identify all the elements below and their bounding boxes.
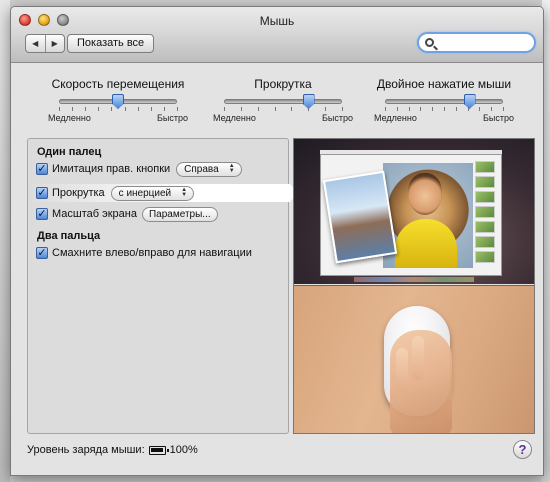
swipe-navigation-checkbox[interactable]: ✓ [36,247,48,259]
slider-tick [124,107,126,111]
slider-tick [444,107,445,111]
slider-tick [257,107,259,111]
scrolling-label: Прокрутка [52,187,105,199]
scrolling-option: ✓ Прокрутка с инерцией ▲ ▼ [36,185,195,201]
popup-arrows-icon: ▲ ▼ [228,163,235,174]
slider-ticks [224,107,343,111]
slider-tick [342,107,343,111]
slider-tick [111,107,113,111]
slider-tick [274,107,276,111]
scrolling-speed-slider[interactable] [224,94,342,109]
checkmark-icon: ✓ [37,186,47,199]
slider-tick [72,107,74,111]
screen-zoom-option: ✓ Масштаб экрана Параметры... [36,206,218,222]
slider-min-label: Медленно [48,113,91,123]
screen-zoom-label: Масштаб экрана [52,208,137,220]
slider-tick [432,107,434,111]
slider-tick [137,107,139,111]
slider-tick [224,107,225,111]
titlebar: Мышь ◀ ▶ Показать все [11,7,543,63]
slider-tick [163,107,165,111]
preview-tilted-photo [322,170,398,264]
gesture-preview-video [293,138,535,434]
secondary-click-popup[interactable]: Справа ▲ ▼ [176,161,242,177]
slider-tick [59,107,60,111]
slider-max-label: Быстро [482,113,514,123]
gesture-options-panel: Один палец ✓ Имитация прав. кнопки Справ… [27,138,289,434]
scrolling-speed-slider-group: Прокрутка Медленно Быстро [208,77,358,123]
battery-label: Уровень заряда мыши: [27,444,145,456]
slider-tick [85,107,87,111]
slider-tick [479,107,481,111]
popup-arrows-icon: ▲ ▼ [181,187,188,198]
preview-thumbnails [475,161,497,266]
slider-tick [325,107,327,111]
desktop-background-left [0,0,10,482]
double-click-speed-slider-group: Двойное нажатие мыши Медленно Быстро [369,77,519,123]
swipe-navigation-label: Смахните влево/вправо для навигации [52,247,252,259]
preview-photo-window [320,154,502,276]
back-forward-control: ◀ ▶ [25,34,65,53]
slider-max-label: Быстро [156,113,188,123]
slider-tick [467,107,469,111]
one-finger-section-title: Один палец [37,146,102,158]
battery-icon [148,445,169,455]
back-arrow-icon: ◀ [32,39,39,48]
slider-tick [308,107,310,111]
help-button[interactable]: ? [513,440,532,459]
slider-tick [420,107,422,111]
slider-max-label: Быстро [321,113,353,123]
two-fingers-section-title: Два пальца [37,230,101,242]
slider-tick [177,107,178,111]
search-icon [425,38,434,47]
slider-tick [408,107,410,111]
slider-tick [98,107,100,111]
window-title: Мышь [259,14,295,28]
preview-screen [294,139,534,284]
slider-tick [240,107,242,111]
slider-ticks [385,107,504,111]
secondary-click-label: Имитация прав. кнопки [52,163,171,175]
slider-tick [503,107,504,111]
secondary-click-value: Справа [184,163,219,175]
secondary-click-option: ✓ Имитация прав. кнопки Справа ▲ ▼ [36,161,242,177]
double-click-speed-title: Двойное нажатие мыши [376,77,512,91]
battery-level: Уровень заряда мыши: 100% [27,444,198,456]
back-button[interactable]: ◀ [26,35,45,52]
secondary-click-checkbox[interactable]: ✓ [36,163,48,175]
slider-ticks [59,107,178,111]
scrolling-popup[interactable]: с инерцией ▲ ▼ [110,185,195,201]
forward-button[interactable]: ▶ [44,35,65,52]
scrolling-value: с инерцией [118,187,172,199]
slider-min-label: Медленно [374,113,417,123]
search-input[interactable] [437,35,527,50]
tracking-speed-slider[interactable] [59,94,177,109]
scrolling-speed-title: Прокрутка [254,77,312,91]
tracking-speed-title: Скорость перемещения [51,77,185,91]
search-field[interactable] [417,32,536,53]
show-all-button[interactable]: Показать все [67,34,155,53]
preview-dock [354,277,474,282]
slider-tick [150,107,152,111]
checkmark-icon: ✓ [37,207,47,220]
slider-tick [455,107,457,111]
slider-tick [291,107,293,111]
scrolling-checkbox[interactable]: ✓ [36,187,48,199]
slider-tick [396,107,398,111]
slider-tick [385,107,386,111]
forward-arrow-icon: ▶ [51,39,58,48]
checkmark-icon: ✓ [37,162,47,175]
swipe-navigation-option: ✓ Смахните влево/вправо для навигации [36,245,252,261]
slider-tick [491,107,493,111]
tracking-speed-slider-group: Скорость перемещения Медленно Быстро [43,77,193,123]
zoom-options-button[interactable]: Параметры... [141,206,218,222]
hand-image [390,330,452,433]
checkmark-icon: ✓ [37,246,47,259]
mouse-preferences-window: Мышь ◀ ▶ Показать все Скорость перемещен… [10,6,544,476]
screen-zoom-checkbox[interactable]: ✓ [36,208,48,220]
slider-min-label: Медленно [213,113,256,123]
battery-percent: 100% [169,444,198,456]
double-click-speed-slider[interactable] [385,94,503,109]
preview-desk [294,285,534,433]
